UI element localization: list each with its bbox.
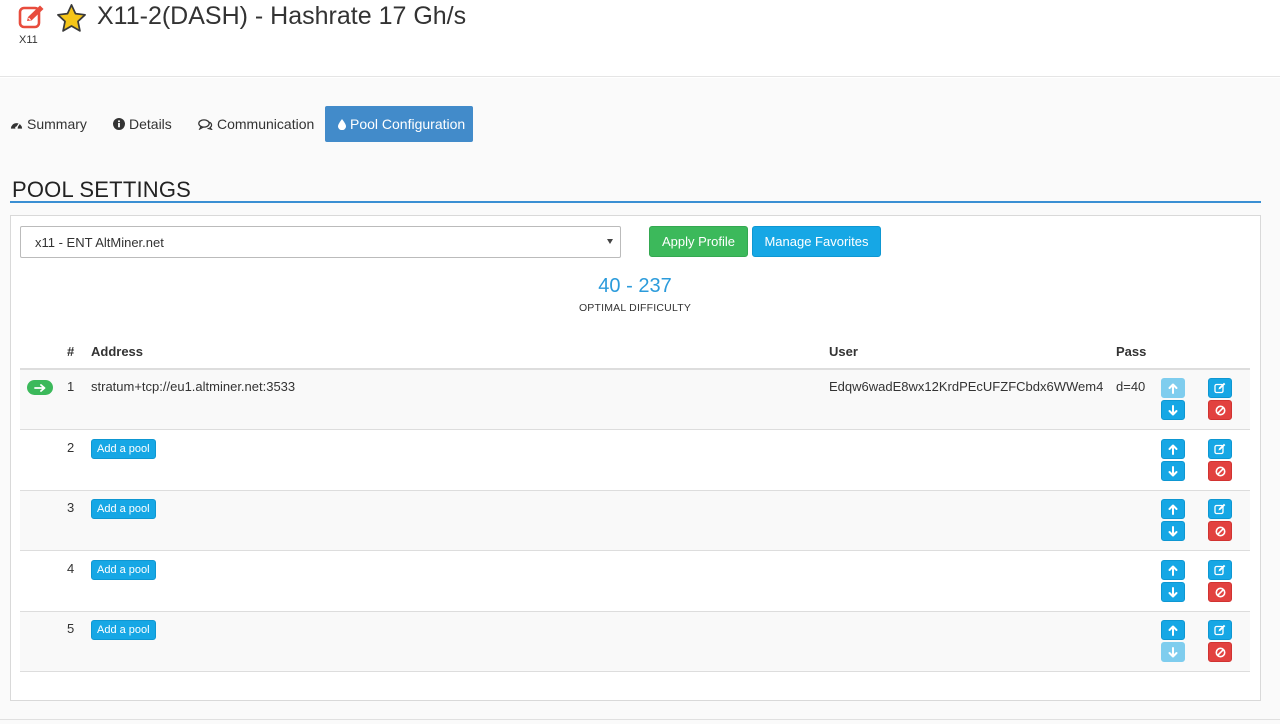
- edit-pool-button[interactable]: [1208, 560, 1232, 580]
- arrow-up-icon: [1168, 565, 1178, 576]
- move-up-button[interactable]: [1161, 560, 1185, 580]
- arrow-up-icon: [1168, 625, 1178, 636]
- tint-icon: [338, 118, 346, 130]
- tab-communication[interactable]: Communication: [188, 106, 324, 142]
- row-number: 4: [67, 561, 75, 576]
- table-row: 5 Add a pool: [20, 612, 1250, 672]
- tab-label: Details: [129, 116, 172, 132]
- ban-icon: [1215, 466, 1225, 476]
- column-header-number: #: [67, 344, 75, 359]
- arrow-up-icon: [1168, 444, 1178, 455]
- move-up-button[interactable]: [1161, 439, 1185, 459]
- add-pool-button[interactable]: Add a pool: [91, 439, 156, 459]
- algorithm-label: X11: [19, 34, 38, 46]
- apply-profile-button[interactable]: Apply Profile: [649, 226, 748, 257]
- pool-pass: d=40: [1116, 379, 1146, 394]
- tab-details[interactable]: Details: [103, 106, 182, 142]
- footer-divider: [0, 719, 1280, 720]
- comments-icon: [198, 118, 213, 130]
- ban-icon: [1215, 526, 1225, 536]
- remove-pool-button[interactable]: [1208, 461, 1232, 481]
- optimal-difficulty-value: 40 - 237: [598, 275, 672, 297]
- arrow-up-icon: [1168, 504, 1178, 515]
- section-title: POOL SETTINGS: [12, 177, 192, 202]
- column-header-address: Address: [91, 344, 144, 359]
- info-circle-icon: [113, 118, 125, 130]
- active-pool-arrow-icon: [27, 380, 53, 395]
- edit-icon: [1214, 382, 1226, 394]
- table-row: 2 Add a pool: [20, 431, 1250, 491]
- remove-pool-button[interactable]: [1208, 642, 1232, 662]
- add-pool-button[interactable]: Add a pool: [91, 560, 156, 580]
- edit-pool-button[interactable]: [1208, 439, 1232, 459]
- pool-address: stratum+tcp://eu1.altminer.net:3533: [91, 379, 296, 394]
- ban-icon: [1215, 647, 1225, 657]
- move-up-button[interactable]: [1161, 620, 1185, 640]
- arrow-down-icon: [1168, 525, 1178, 536]
- ban-icon: [1215, 587, 1225, 597]
- page-title: X11-2(DASH) - Hashrate 17 Gh/s: [97, 2, 467, 30]
- tab-label: Pool Configuration: [350, 116, 466, 132]
- profile-select-value: x11 - ENT AltMiner.net: [35, 234, 164, 250]
- move-down-button[interactable]: [1161, 400, 1185, 420]
- edit-icon[interactable]: [18, 4, 46, 30]
- remove-pool-button[interactable]: [1208, 400, 1232, 420]
- ban-icon: [1215, 405, 1225, 415]
- edit-pool-button[interactable]: [1208, 499, 1232, 519]
- edit-icon: [1214, 503, 1226, 515]
- edit-icon: [1214, 624, 1226, 636]
- move-down-button[interactable]: [1161, 461, 1185, 481]
- edit-pool-button[interactable]: [1208, 378, 1232, 398]
- remove-pool-button[interactable]: [1208, 582, 1232, 602]
- tab-pool-configuration[interactable]: Pool Configuration: [325, 106, 473, 142]
- move-down-button[interactable]: [1161, 521, 1185, 541]
- arrow-down-icon: [1168, 465, 1178, 476]
- column-header-pass: Pass: [1116, 344, 1147, 359]
- move-down-button[interactable]: [1161, 582, 1185, 602]
- page-header: X11 X11-2(DASH) - Hashrate 17 Gh/s: [0, 0, 1280, 77]
- arrow-down-icon: [1168, 404, 1178, 415]
- remove-pool-button[interactable]: [1208, 521, 1232, 541]
- column-header-user: User: [829, 344, 858, 359]
- arrow-up-icon: [1168, 383, 1178, 394]
- row-number: 1: [67, 379, 75, 394]
- optimal-difficulty-label: OPTIMAL DIFFICULTY: [578, 302, 692, 314]
- caret-down-icon: [607, 239, 613, 244]
- table-row: 4 Add a pool: [20, 552, 1250, 612]
- arrow-down-icon: [1168, 646, 1178, 657]
- add-pool-button[interactable]: Add a pool: [91, 499, 156, 519]
- move-up-button[interactable]: [1161, 378, 1185, 398]
- manage-favorites-button[interactable]: Manage Favorites: [752, 226, 881, 257]
- table-row: 3 Add a pool: [20, 491, 1250, 551]
- edit-icon: [1214, 564, 1226, 576]
- row-number: 3: [67, 500, 75, 515]
- tab-label: Summary: [27, 116, 87, 132]
- tab-label: Communication: [217, 116, 315, 132]
- move-up-button[interactable]: [1161, 499, 1185, 519]
- star-icon[interactable]: [56, 3, 87, 34]
- section-divider: [10, 201, 1261, 203]
- arrow-down-icon: [1168, 586, 1178, 597]
- row-number: 2: [67, 440, 75, 455]
- dashboard-icon: [10, 122, 23, 129]
- profile-select[interactable]: x11 - ENT AltMiner.net: [20, 226, 621, 258]
- edit-pool-button[interactable]: [1208, 620, 1232, 640]
- table-row: 1 stratum+tcp://eu1.altminer.net:3533 Ed…: [20, 370, 1250, 430]
- edit-icon: [1214, 443, 1226, 455]
- add-pool-button[interactable]: Add a pool: [91, 620, 156, 640]
- row-number: 5: [67, 621, 75, 636]
- tab-summary[interactable]: Summary: [0, 106, 97, 142]
- pool-user: Edqw6wadE8wx12KrdPEcUFZFCbdx6WWem4: [829, 379, 1104, 394]
- move-down-button[interactable]: [1161, 642, 1185, 662]
